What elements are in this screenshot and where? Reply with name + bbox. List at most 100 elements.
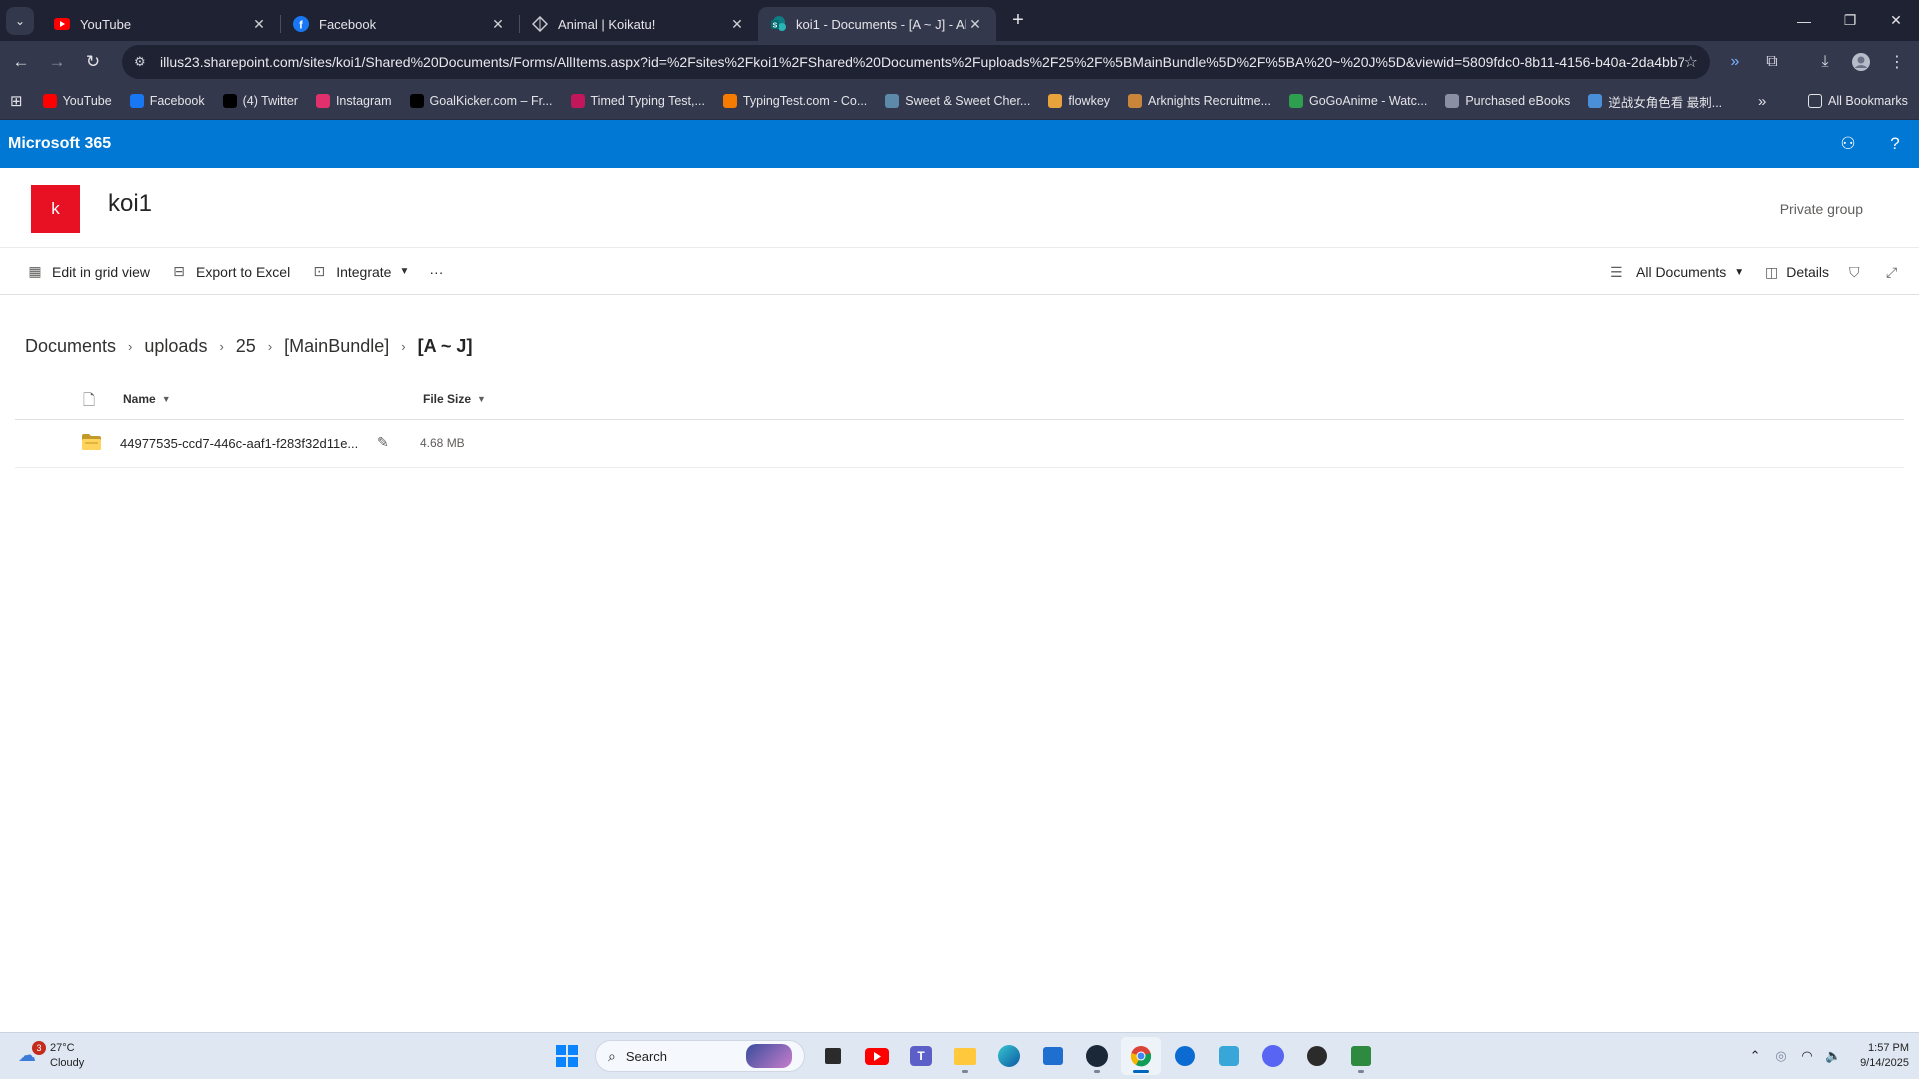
chevron-down-icon: ▼ bbox=[161, 394, 171, 404]
game-app-icon[interactable] bbox=[1341, 1037, 1381, 1075]
breadcrumb-25[interactable]: 25 bbox=[236, 336, 256, 357]
browser-menu-icon[interactable]: ⋮ bbox=[1882, 47, 1912, 77]
file-size-column-header[interactable]: File Size ▼ bbox=[423, 392, 486, 406]
chevron-down-icon: ▼ bbox=[1734, 266, 1745, 278]
bookmark-star-icon[interactable]: ☆ bbox=[1684, 52, 1698, 72]
volume-icon[interactable]: 🔈 bbox=[1820, 1048, 1846, 1064]
minimize-icon[interactable]: — bbox=[1781, 0, 1827, 41]
tab-sharepoint[interactable]: S koi1 - Documents - [A ~ J] - All ✕ bbox=[758, 7, 996, 41]
restore-icon[interactable]: ❐ bbox=[1827, 0, 1873, 41]
window-close-icon[interactable]: ✕ bbox=[1873, 0, 1919, 41]
file-size: 4.68 MB bbox=[420, 436, 465, 450]
steam-icon[interactable] bbox=[1077, 1037, 1117, 1075]
back-arrow-icon[interactable]: ← bbox=[6, 47, 36, 77]
tab-close-icon[interactable]: ✕ bbox=[250, 16, 268, 33]
tab-close-icon[interactable]: ✕ bbox=[728, 16, 746, 33]
chevron-right-icon: › bbox=[128, 339, 133, 354]
bookmark-item[interactable]: 逆战女角色看 最刺... bbox=[1588, 92, 1722, 111]
task-view-icon[interactable] bbox=[813, 1037, 853, 1075]
new-tab-plus-icon[interactable]: + bbox=[1004, 7, 1032, 35]
obs-icon[interactable] bbox=[1297, 1037, 1337, 1075]
reload-icon[interactable]: ↻ bbox=[78, 47, 108, 77]
chevron-right-icon: › bbox=[401, 339, 406, 354]
weather-widget[interactable]: ☁ 3 27°C Cloudy bbox=[18, 1041, 84, 1071]
profile-avatar-icon[interactable] bbox=[1846, 47, 1876, 77]
download-icon[interactable]: ⤓ bbox=[1810, 47, 1840, 77]
edge-icon[interactable] bbox=[989, 1037, 1029, 1075]
bookmark-item[interactable]: YouTube bbox=[42, 94, 112, 108]
goalkicker-icon bbox=[409, 94, 424, 108]
bookmark-item[interactable]: Arknights Recruitme... bbox=[1128, 94, 1271, 108]
tab-facebook[interactable]: f Facebook ✕ bbox=[281, 7, 519, 41]
copilot-icon[interactable] bbox=[1165, 1037, 1205, 1075]
share-people-icon[interactable]: ⚇ bbox=[1836, 132, 1860, 156]
breadcrumb-mainbundle[interactable]: [MainBundle] bbox=[284, 336, 389, 357]
taskbar-search[interactable]: ⌕ Search bbox=[595, 1040, 805, 1072]
running-indicator bbox=[1094, 1070, 1100, 1073]
site-logo[interactable]: k bbox=[31, 185, 80, 233]
address-bar[interactable]: ⚙ illus23.sharepoint.com/sites/koi1/Shar… bbox=[122, 45, 1710, 79]
remote-app-icon[interactable] bbox=[1209, 1037, 1249, 1075]
m365-brand[interactable]: Microsoft 365 bbox=[8, 135, 111, 153]
teams-icon[interactable]: T bbox=[901, 1037, 941, 1075]
bookmark-item[interactable]: GoGoAnime - Watc... bbox=[1289, 94, 1427, 108]
edit-grid-view-button[interactable]: ▦ Edit in grid view bbox=[16, 255, 160, 289]
youtube-app-icon[interactable] bbox=[857, 1037, 897, 1075]
search-label: Search bbox=[625, 1048, 668, 1064]
pin-icon[interactable]: ✎ bbox=[377, 434, 389, 451]
more-bookmarks-chevron-icon[interactable]: » bbox=[1758, 93, 1766, 110]
taskbar-apps: ⌕ Search T bbox=[545, 1037, 1383, 1075]
site-logo-letter: k bbox=[51, 199, 60, 218]
wifi-icon[interactable]: ◠ bbox=[1794, 1048, 1820, 1064]
tab-koikatu[interactable]: Animal | Koikatu! ✕ bbox=[520, 7, 758, 41]
export-excel-label: Export to Excel bbox=[196, 263, 291, 280]
chevron-up-icon[interactable]: ⌃ bbox=[1742, 1048, 1768, 1064]
view-selector[interactable]: ☰ All Documents ▼ bbox=[1610, 255, 1744, 289]
integrate-button[interactable]: ⊡ Integrate ▼ bbox=[300, 255, 419, 289]
bookmark-item[interactable]: flowkey bbox=[1048, 94, 1110, 108]
chevron-down-icon: ▼ bbox=[399, 266, 410, 277]
list-header: 🗋 Name ▼ File Size ▼ bbox=[15, 380, 1904, 420]
details-button[interactable]: ◫ Details bbox=[1765, 255, 1829, 289]
file-name[interactable]: 44977535-ccd7-446c-aaf1-f283f32d11e... bbox=[120, 436, 358, 451]
export-excel-button[interactable]: ⊟ Export to Excel bbox=[160, 255, 300, 289]
forward-arrow-icon[interactable]: → bbox=[42, 47, 72, 77]
file-type-column-icon[interactable]: 🗋 bbox=[83, 390, 95, 415]
help-icon[interactable]: ? bbox=[1883, 132, 1907, 156]
notification-badge: 3 bbox=[32, 1041, 46, 1055]
store-icon[interactable] bbox=[1033, 1037, 1073, 1075]
breadcrumb: Documents › uploads › 25 › [MainBundle] … bbox=[25, 336, 472, 357]
bookmark-item[interactable]: Sweet & Sweet Cher... bbox=[885, 94, 1030, 108]
expand-icon[interactable]: ⤢ bbox=[1886, 255, 1897, 289]
breadcrumb-uploads[interactable]: uploads bbox=[144, 336, 207, 357]
extensions-puzzle-icon[interactable]: ⧉ bbox=[1757, 47, 1787, 77]
security-icon[interactable]: ◎ bbox=[1768, 1048, 1794, 1064]
list-item[interactable]: 44977535-ccd7-446c-aaf1-f283f32d11e... ✎… bbox=[15, 420, 1904, 468]
bookmark-item[interactable]: Facebook bbox=[129, 94, 205, 108]
site-info-icon[interactable]: ⚙ bbox=[134, 54, 150, 70]
bookmark-item[interactable]: Timed Typing Test,... bbox=[570, 94, 705, 108]
breadcrumb-documents[interactable]: Documents bbox=[25, 336, 116, 357]
tab-search-chevron-icon[interactable]: ⌄ bbox=[6, 6, 34, 35]
windows-start-icon[interactable] bbox=[547, 1037, 587, 1075]
bookmark-label: 逆战女角色看 最刺... bbox=[1608, 95, 1723, 110]
bookmark-item[interactable]: Instagram bbox=[315, 94, 392, 108]
tab-close-icon[interactable]: ✕ bbox=[489, 16, 507, 33]
apps-grid-icon[interactable]: ⊞ bbox=[10, 92, 23, 110]
site-name[interactable]: koi1 bbox=[108, 190, 152, 218]
bookmark-item[interactable]: GoalKicker.com – Fr... bbox=[409, 94, 553, 108]
file-explorer-icon[interactable] bbox=[945, 1037, 985, 1075]
bookmark-item[interactable]: Purchased eBooks bbox=[1445, 94, 1570, 108]
chrome-icon[interactable] bbox=[1121, 1037, 1161, 1075]
tab-youtube[interactable]: YouTube ✕ bbox=[42, 7, 280, 41]
tab-close-icon[interactable]: ✕ bbox=[966, 16, 984, 33]
bookmark-item[interactable]: (4) Twitter bbox=[222, 94, 298, 108]
more-commands-button[interactable]: ··· bbox=[419, 255, 453, 289]
clock[interactable]: 1:57 PM 9/14/2025 bbox=[1860, 1041, 1909, 1071]
all-bookmarks-button[interactable]: All Bookmarks bbox=[1808, 94, 1908, 108]
name-column-header[interactable]: Name ▼ bbox=[123, 392, 171, 406]
read-aloud-icon[interactable]: » bbox=[1720, 47, 1750, 77]
discord-icon[interactable] bbox=[1253, 1037, 1293, 1075]
bookmark-item[interactable]: TypingTest.com - Co... bbox=[722, 94, 867, 108]
filter-icon[interactable]: ⛉ bbox=[1849, 255, 1860, 289]
